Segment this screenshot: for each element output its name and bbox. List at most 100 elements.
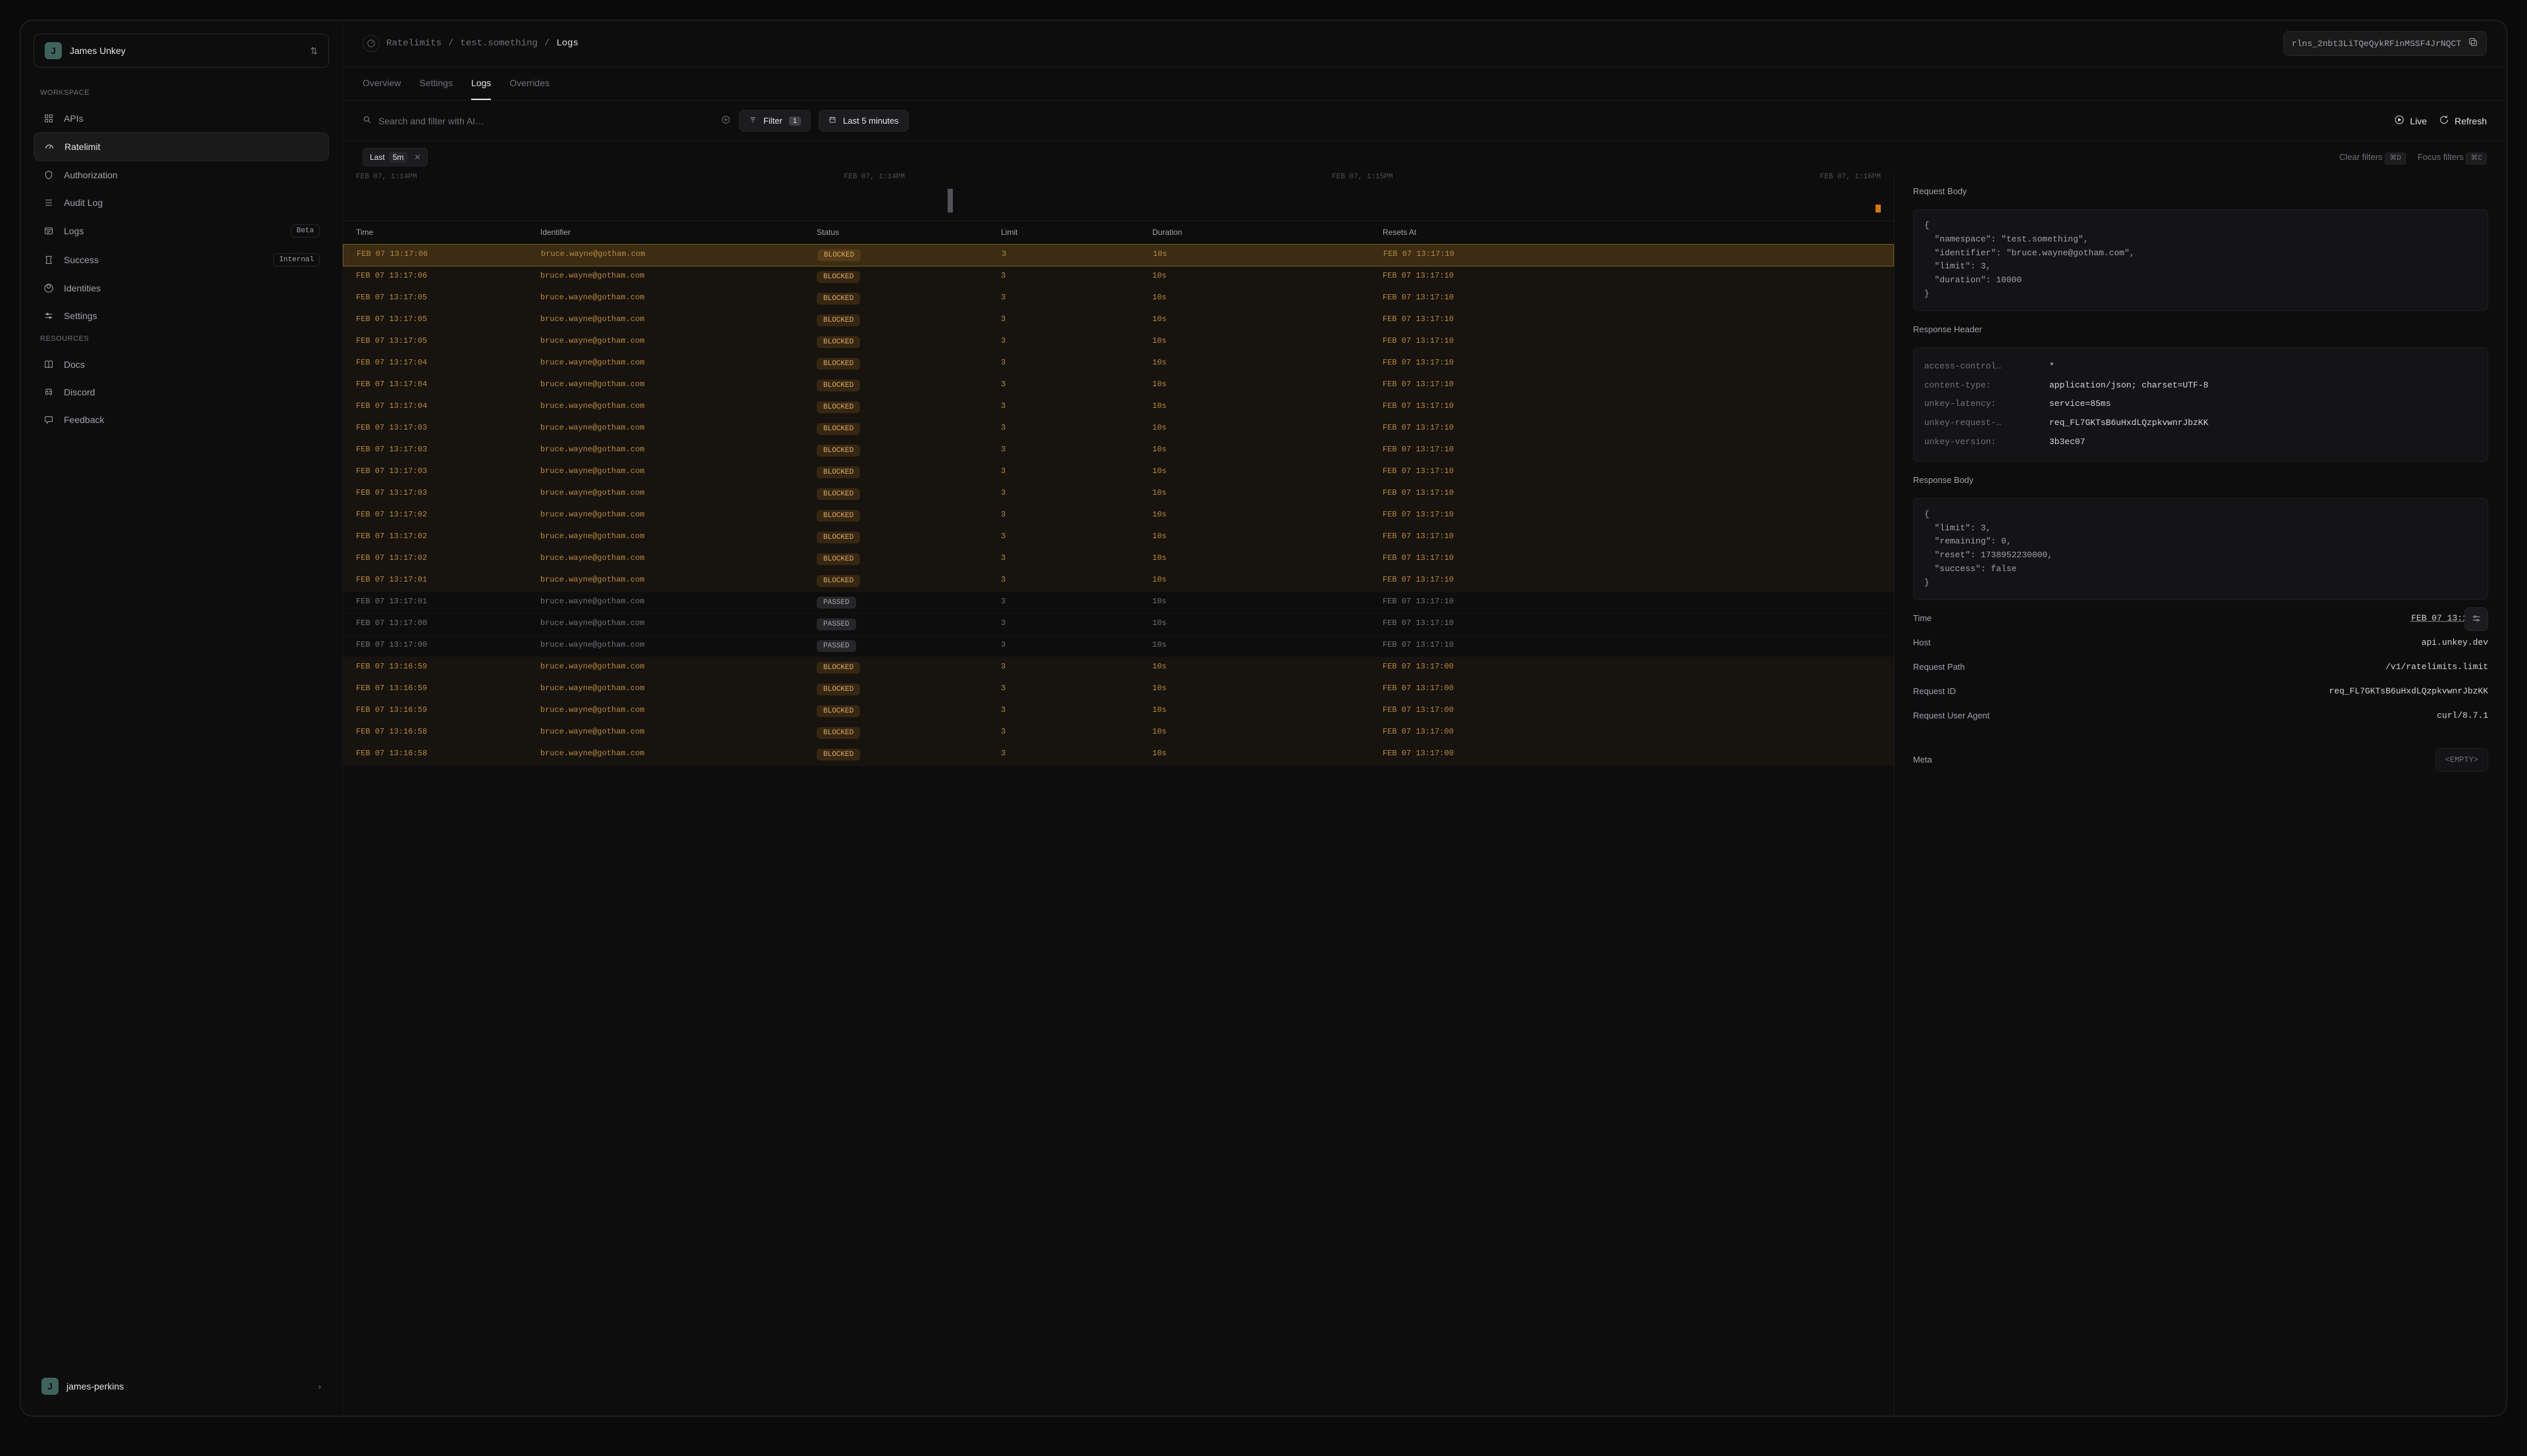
clear-filters-button[interactable]: Clear filters ⌘D — [2339, 152, 2406, 163]
log-row[interactable]: FEB 07 13:17:03bruce.wayne@gotham.comBLO… — [343, 440, 1894, 462]
sidebar-item-feedback[interactable]: Feedback — [34, 406, 329, 434]
search-input[interactable]: Search and filter with AI… — [378, 116, 714, 126]
header-key: unkey-request-… — [1924, 416, 2036, 430]
tab-logs[interactable]: Logs — [471, 67, 491, 100]
header-key: unkey-version: — [1924, 436, 2036, 449]
sparkle-icon[interactable] — [721, 114, 731, 127]
log-row[interactable]: FEB 07 13:16:59bruce.wayne@gotham.comBLO… — [343, 679, 1894, 701]
sidebar-item-apis[interactable]: APIs — [34, 105, 329, 132]
copy-icon[interactable] — [2468, 37, 2478, 50]
cell-limit: 3 — [1001, 314, 1152, 326]
log-row[interactable]: FEB 07 13:17:05bruce.wayne@gotham.comBLO… — [343, 310, 1894, 332]
log-row[interactable]: FEB 07 13:17:03bruce.wayne@gotham.comBLO… — [343, 462, 1894, 484]
tab-overview[interactable]: Overview — [363, 67, 401, 100]
log-row[interactable]: FEB 07 13:17:01bruce.wayne@gotham.comPAS… — [343, 592, 1894, 614]
column-header: Status — [817, 228, 1001, 237]
cell-limit: 3 — [1001, 705, 1152, 717]
log-row[interactable]: FEB 07 13:17:03bruce.wayne@gotham.comBLO… — [343, 418, 1894, 440]
user-avatar: J — [41, 1378, 59, 1395]
filter-icon — [749, 116, 757, 126]
log-row[interactable]: FEB 07 13:17:04bruce.wayne@gotham.comBLO… — [343, 353, 1894, 375]
sidebar-item-docs[interactable]: Docs — [34, 351, 329, 378]
cell-duration: 10s — [1152, 466, 1383, 478]
sidebar-item-authorization[interactable]: Authorization — [34, 161, 329, 189]
sidebar-item-settings[interactable]: Settings — [34, 302, 329, 330]
log-row[interactable]: FEB 07 13:17:06bruce.wayne@gotham.comBLO… — [343, 244, 1894, 266]
cell-duration: 10s — [1152, 271, 1383, 283]
log-rows[interactable]: FEB 07 13:17:06bruce.wayne@gotham.comBLO… — [343, 244, 1894, 1416]
cell-status: BLOCKED — [817, 380, 1001, 391]
log-row[interactable]: FEB 07 13:17:05bruce.wayne@gotham.comBLO… — [343, 288, 1894, 310]
sidebar-item-discord[interactable]: Discord — [34, 378, 329, 406]
cell-status: BLOCKED — [817, 271, 1001, 283]
sidebar-item-identities[interactable]: Identities — [34, 274, 329, 302]
cell-resets: FEB 07 13:17:10 — [1383, 575, 1881, 587]
cell-time: FEB 07 13:17:04 — [356, 380, 540, 391]
tab-overrides[interactable]: Overrides — [509, 67, 549, 100]
play-circle-icon — [2394, 114, 2405, 127]
log-row[interactable]: FEB 07 13:17:00bruce.wayne@gotham.comPAS… — [343, 636, 1894, 657]
meta-label: Request User Agent — [1913, 711, 1989, 720]
log-row[interactable]: FEB 07 13:17:02bruce.wayne@gotham.comBLO… — [343, 505, 1894, 527]
column-header: Limit — [1001, 228, 1152, 237]
sidebar-item-audit[interactable]: Audit Log — [34, 189, 329, 216]
sidebar-footer-user[interactable]: J james-perkins › — [34, 1370, 329, 1403]
daterange-button[interactable]: Last 5 minutes — [819, 110, 909, 132]
focus-filters-button[interactable]: Focus filters ⌘C — [2418, 152, 2487, 163]
response-body-title: Response Body — [1913, 475, 2488, 485]
cell-resets: FEB 07 13:17:10 — [1383, 401, 1881, 413]
cell-status: BLOCKED — [817, 358, 1001, 370]
log-row[interactable]: FEB 07 13:17:02bruce.wayne@gotham.comBLO… — [343, 527, 1894, 549]
log-row[interactable]: FEB 07 13:16:58bruce.wayne@gotham.comBLO… — [343, 744, 1894, 766]
timeline-bar — [948, 189, 953, 213]
filter-chip[interactable]: Last 5m ✕ — [363, 148, 428, 166]
docs-icon — [43, 359, 55, 370]
log-row[interactable]: FEB 07 13:17:04bruce.wayne@gotham.comBLO… — [343, 375, 1894, 397]
cell-limit: 3 — [1001, 510, 1152, 522]
sidebar-item-label: Audit Log — [64, 197, 320, 208]
cell-limit: 3 — [1001, 662, 1152, 674]
breadcrumb-ns[interactable]: test.something — [460, 38, 538, 49]
sidebar-item-logs[interactable]: LogsBeta — [34, 216, 329, 245]
workspace-name: James Unkey — [70, 45, 302, 56]
cell-time: FEB 07 13:16:59 — [356, 684, 540, 695]
log-row[interactable]: FEB 07 13:17:03bruce.wayne@gotham.comBLO… — [343, 484, 1894, 505]
sidebar-item-ratelimit[interactable]: Ratelimit — [34, 132, 329, 161]
tab-settings[interactable]: Settings — [419, 67, 453, 100]
cell-time: FEB 07 13:16:58 — [356, 727, 540, 739]
cell-status: BLOCKED — [817, 749, 1001, 761]
namespace-id-box[interactable]: rlns_2nbt3LiTQeQykRFinMSSF4JrNQCT — [2284, 31, 2487, 56]
cell-identifier: bruce.wayne@gotham.com — [540, 597, 817, 609]
log-row[interactable]: FEB 07 13:17:06bruce.wayne@gotham.comBLO… — [343, 266, 1894, 288]
sidebar-item-label: Settings — [64, 311, 320, 321]
search-box[interactable]: Search and filter with AI… — [363, 114, 731, 127]
log-row[interactable]: FEB 07 13:17:05bruce.wayne@gotham.comBLO… — [343, 332, 1894, 353]
cell-limit: 3 — [1001, 618, 1152, 630]
cell-status: BLOCKED — [817, 510, 1001, 522]
breadcrumb: Ratelimits / test.something / Logs — [363, 35, 578, 52]
live-button[interactable]: Live — [2394, 114, 2427, 127]
header-row: unkey-latency:service=85ms — [1924, 395, 2477, 414]
discord-icon — [43, 386, 55, 398]
cell-resets: FEB 07 13:17:10 — [1383, 249, 1880, 261]
sidebar-item-label: Logs — [64, 226, 282, 236]
cell-status: BLOCKED — [817, 423, 1001, 435]
workspace-selector[interactable]: J James Unkey ⇅ — [34, 34, 329, 68]
sidebar-item-success[interactable]: SuccessInternal — [34, 245, 329, 274]
settings-float-button[interactable] — [2464, 607, 2488, 631]
close-icon[interactable]: ✕ — [414, 153, 421, 162]
cell-identifier: bruce.wayne@gotham.com — [540, 510, 817, 522]
log-row[interactable]: FEB 07 13:17:01bruce.wayne@gotham.comBLO… — [343, 570, 1894, 592]
cell-duration: 10s — [1152, 727, 1383, 739]
log-row[interactable]: FEB 07 13:17:02bruce.wayne@gotham.comBLO… — [343, 549, 1894, 570]
tabs: Overview Settings Logs Overrides — [343, 67, 2507, 101]
log-row[interactable]: FEB 07 13:17:04bruce.wayne@gotham.comBLO… — [343, 397, 1894, 418]
log-row[interactable]: FEB 07 13:16:59bruce.wayne@gotham.comBLO… — [343, 657, 1894, 679]
log-row[interactable]: FEB 07 13:16:58bruce.wayne@gotham.comBLO… — [343, 722, 1894, 744]
cell-duration: 10s — [1152, 749, 1383, 761]
log-row[interactable]: FEB 07 13:16:59bruce.wayne@gotham.comBLO… — [343, 701, 1894, 722]
log-row[interactable]: FEB 07 13:17:00bruce.wayne@gotham.comPAS… — [343, 614, 1894, 636]
refresh-button[interactable]: Refresh — [2439, 114, 2487, 127]
filter-button[interactable]: Filter 1 — [739, 110, 811, 132]
breadcrumb-root[interactable]: Ratelimits — [386, 38, 442, 49]
